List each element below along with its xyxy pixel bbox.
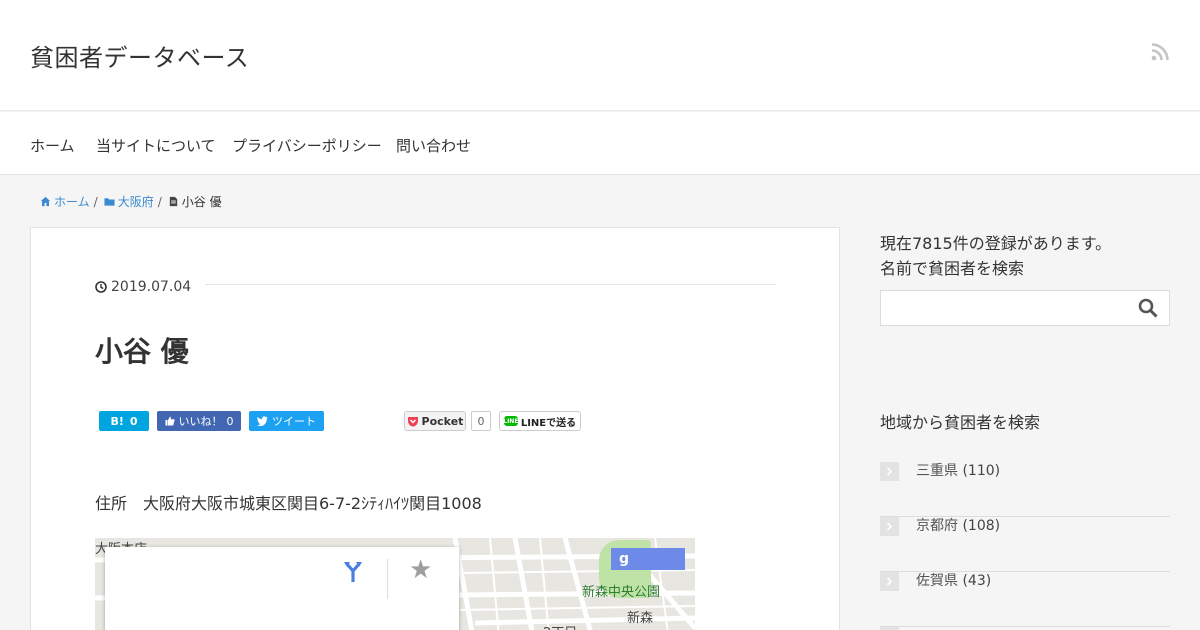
post-date: 2019.07.04 <box>95 279 191 295</box>
breadcrumb-category-label: 大阪府 <box>117 195 154 209</box>
line-share-button[interactable]: LINE LINEで送る <box>499 411 581 431</box>
directions-icon[interactable] <box>343 559 363 583</box>
like-count: 0 <box>226 414 234 428</box>
pocket-icon <box>407 416 418 426</box>
nav-item-home[interactable]: ホーム <box>30 135 75 156</box>
pocket-button[interactable]: Pocket <box>404 411 466 431</box>
star-icon[interactable]: ★ <box>409 555 432 585</box>
region-label: 三重県 (110) <box>916 463 1001 479</box>
date-divider <box>205 284 776 285</box>
breadcrumb-category[interactable]: 大阪府 <box>104 193 154 210</box>
chevron-right-icon <box>880 572 899 591</box>
rss-icon[interactable] <box>1151 43 1169 61</box>
site-title[interactable]: 貧困者データベース <box>30 38 249 73</box>
home-icon <box>40 196 51 207</box>
post-address: 住所 大阪府大阪市城東区関目6-7-2ｼﾃｨﾊｲﾂ関目1008 <box>95 494 482 513</box>
map-info-card: ★ <box>105 547 459 630</box>
map-label-park: 新森中央公園 <box>582 585 661 600</box>
nav-item-about[interactable]: 当サイトについて <box>96 135 216 156</box>
post-date-text: 2019.07.04 <box>111 279 192 295</box>
search-icon[interactable] <box>1138 298 1158 318</box>
breadcrumb-home-label: ホーム <box>54 195 90 209</box>
breadcrumb: ホーム / 大阪府 / 小谷 優 <box>40 193 222 210</box>
map-label-shinmori: 新森 <box>627 611 654 626</box>
nav-item-privacy[interactable]: プライバシーポリシー <box>232 135 382 156</box>
hatena-label: B! <box>110 414 124 428</box>
file-icon <box>169 196 177 207</box>
article-card: 2019.07.04 小谷 優 B! 0 いいね！ 0 ツイート Pocket … <box>30 227 840 630</box>
region-label: 佐賀県 (43) <box>916 573 992 589</box>
nav-item-contact[interactable]: 問い合わせ <box>396 135 471 156</box>
google-map-embed[interactable]: 大阪本店 新森中央公園 新森 2丁目 g ★ <box>95 538 695 630</box>
region-item-saga[interactable]: 佐賀県 (43) <box>880 572 1170 627</box>
registration-count: 現在7815件の登録があります。 <box>880 234 1112 253</box>
breadcrumb-current: 小谷 優 <box>181 195 222 209</box>
breadcrumb-separator: / <box>93 194 98 209</box>
tweet-label: ツイート <box>272 415 316 428</box>
post-title: 小谷 優 <box>95 335 189 368</box>
hatena-count: 0 <box>129 414 138 428</box>
twitter-bird-icon <box>257 416 268 426</box>
map-label-chome: 2丁目 <box>543 622 577 630</box>
like-label: いいね！ <box>178 415 223 428</box>
tweet-button[interactable]: ツイート <box>249 411 324 431</box>
region-heading: 地域から貧困者を検索 <box>880 413 1041 432</box>
google-badge[interactable]: g <box>611 548 685 570</box>
breadcrumb-separator: / <box>157 194 162 209</box>
line-label: LINEで送る <box>520 417 577 429</box>
main-nav: ホーム 当サイトについて プライバシーポリシー 問い合わせ <box>0 112 1200 175</box>
folder-icon <box>104 198 115 206</box>
breadcrumb-home[interactable]: ホーム <box>40 193 90 210</box>
pocket-label: Pocket <box>421 414 464 428</box>
search-input[interactable] <box>880 290 1170 326</box>
line-icon: LINE <box>503 416 519 426</box>
clock-icon <box>95 281 107 293</box>
thumbs-up-icon <box>165 416 175 426</box>
region-label: 京都府 (108) <box>916 518 1001 534</box>
hatena-bookmark-button[interactable]: B! 0 <box>99 411 149 431</box>
region-item-mie[interactable]: 三重県 (110) <box>880 462 1170 517</box>
region-item-kyoto[interactable]: 京都府 (108) <box>880 517 1170 572</box>
map-card-divider <box>387 559 388 599</box>
pocket-count: 0 <box>471 411 491 431</box>
chevron-right-icon <box>880 462 899 481</box>
chevron-right-icon <box>880 517 899 536</box>
search-by-name-label: 名前で貧困者を検索 <box>880 259 1025 278</box>
facebook-like-button[interactable]: いいね！ 0 <box>157 411 241 431</box>
site-header: 貧困者データベース <box>0 0 1200 111</box>
